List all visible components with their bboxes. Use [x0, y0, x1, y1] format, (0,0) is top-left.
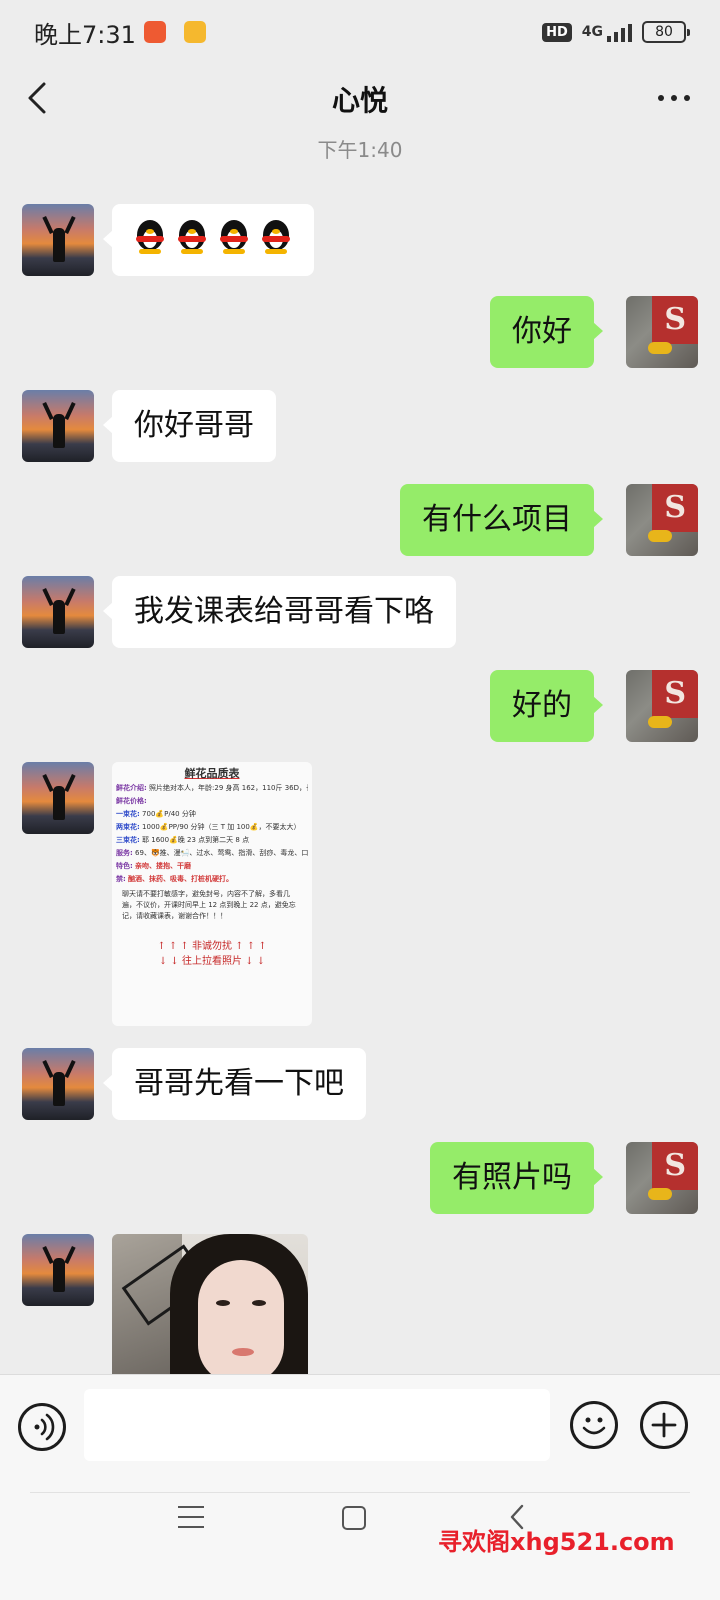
emoji-row	[134, 218, 292, 256]
status-left: 晚上7:31	[34, 15, 206, 50]
menu-intro-label: 鲜花介绍:	[116, 784, 147, 792]
image-message-price-list[interactable]: 鲜花品质表 鲜花介绍: 照片绝对本人，年龄:29 身高 162，110斤 36D…	[112, 762, 312, 1026]
network-type: 4G	[581, 24, 603, 40]
message-bubble-sent[interactable]: 有照片吗	[430, 1142, 603, 1214]
contact-avatar[interactable]	[22, 762, 94, 834]
my-avatar[interactable]: S	[626, 1142, 698, 1214]
menu-service-label: 服务:	[116, 849, 133, 857]
chat-messages[interactable]: 下午1:40 S 你好 你好哥哥 S 有什么项目 我发课表给哥哥看下咯 S 好的…	[0, 134, 720, 1400]
menu-feature-text: 亲吻、搂抱、干磨	[135, 862, 192, 870]
message-text: 你好哥哥	[134, 408, 254, 443]
penguin-icon	[260, 220, 292, 256]
voice-input-button[interactable]	[18, 1403, 66, 1451]
message-bubble-sent[interactable]: 你好	[490, 296, 603, 368]
chat-header: 心悦	[0, 64, 720, 134]
menu-line1-label: 一束花:	[116, 810, 140, 818]
contact-avatar[interactable]	[22, 204, 94, 276]
message-bubble-sent[interactable]: 有什么项目	[400, 484, 603, 556]
smiley-icon	[582, 1417, 606, 1435]
penguin-icon	[134, 220, 166, 256]
message-bubble-received[interactable]: 你好哥哥	[103, 390, 276, 462]
image-message-photo[interactable]	[112, 1234, 308, 1384]
divider	[30, 1492, 690, 1493]
system-navigation-bar: 寻欢阁xhg521.com	[0, 1482, 720, 1600]
recent-apps-button[interactable]	[178, 1506, 204, 1528]
signal-icon	[607, 22, 632, 42]
battery-icon: 80	[642, 21, 690, 43]
message-text: 你好	[512, 314, 572, 349]
menu-service-text: 69、🐯推、漫🛀、过水、莺鸯、指滑、刮痧、毒龙、口技一流、唱必须戴套(只做至上面…	[135, 849, 308, 857]
menu-line2-text: 1000💰PP/90 分钟（三 T 加 100💰，不要太大）	[142, 823, 301, 831]
watermark: 寻欢阁xhg521.com	[438, 1528, 675, 1556]
more-dot-icon	[658, 95, 664, 101]
message-text-input[interactable]	[84, 1389, 550, 1461]
menu-ban-text: 酗酒、抹药、吸毒、打桩机硬打。	[128, 875, 234, 883]
more-dot-icon	[684, 95, 690, 101]
menu-ban-label: 禁:	[116, 875, 126, 883]
home-button[interactable]	[342, 1506, 366, 1530]
penguin-icon	[218, 220, 250, 256]
message-timestamp: 下午1:40	[317, 138, 403, 162]
menu-note: 聊天请不要打敏感字，避免封号，内容不了解，多看几遍，不议价，开课时间早上 12 …	[122, 890, 296, 920]
status-right: HD 4G 80	[542, 21, 690, 43]
message-bubble-received[interactable]	[103, 204, 314, 276]
chat-title: 心悦	[331, 84, 388, 117]
chevron-left-icon	[28, 82, 46, 114]
my-avatar[interactable]: S	[626, 484, 698, 556]
menu-arrow-up: ↑ ↑ ↑ 非诚勿扰 ↑ ↑ ↑	[157, 941, 267, 952]
hd-icon: HD	[542, 22, 572, 42]
message-text: 有什么项目	[422, 502, 572, 537]
contact-avatar[interactable]	[22, 1048, 94, 1120]
message-bubble-sent[interactable]: 好的	[490, 670, 603, 742]
message-text: 哥哥先看一下吧	[134, 1066, 344, 1101]
menu-title: 鲜花品质表	[184, 767, 240, 780]
contact-avatar[interactable]	[22, 576, 94, 648]
menu-line3-label: 三束花:	[116, 836, 140, 844]
voice-icon	[34, 1413, 55, 1441]
more-dot-icon	[671, 95, 677, 101]
message-text: 有照片吗	[452, 1160, 572, 1195]
message-input-bar	[0, 1374, 720, 1482]
menu-line3-text: 耶 1600💰晚 23 点到第二天 8 点	[142, 836, 250, 844]
more-actions-button[interactable]	[640, 1401, 688, 1449]
menu-feature-label: 特色:	[116, 862, 133, 870]
penguin-icon	[176, 220, 208, 256]
menu-line2-label: 两束花:	[116, 823, 140, 831]
notification-message-icon	[183, 21, 206, 43]
notification-app-icon	[143, 21, 166, 43]
status-time: 晚上7:31	[34, 20, 136, 49]
menu-arrow-down: ↓ ↓ 往上拉看照片 ↓ ↓	[158, 956, 266, 967]
my-avatar[interactable]: S	[626, 670, 698, 742]
message-text: 好的	[512, 688, 572, 723]
message-text: 我发课表给哥哥看下咯	[134, 594, 434, 629]
menu-intro-text: 照片绝对本人，年龄:29 身高 162，110斤 36D，长相甜美，身材火辣，皮…	[149, 784, 308, 792]
message-bubble-received[interactable]: 我发课表给哥哥看下咯	[103, 576, 456, 648]
emoji-button[interactable]	[570, 1401, 618, 1449]
plus-icon	[651, 1412, 677, 1438]
my-avatar[interactable]: S	[626, 296, 698, 368]
message-bubble-received[interactable]: 哥哥先看一下吧	[103, 1048, 366, 1120]
contact-avatar[interactable]	[22, 1234, 94, 1306]
status-bar: 晚上7:31 HD 4G 80	[0, 0, 720, 64]
back-button[interactable]	[22, 78, 62, 118]
more-options-button[interactable]	[654, 86, 694, 110]
contact-avatar[interactable]	[22, 390, 94, 462]
menu-price-label: 鲜花价格:	[116, 797, 147, 805]
menu-line1-text: 700💰P/40 分钟	[142, 810, 196, 818]
